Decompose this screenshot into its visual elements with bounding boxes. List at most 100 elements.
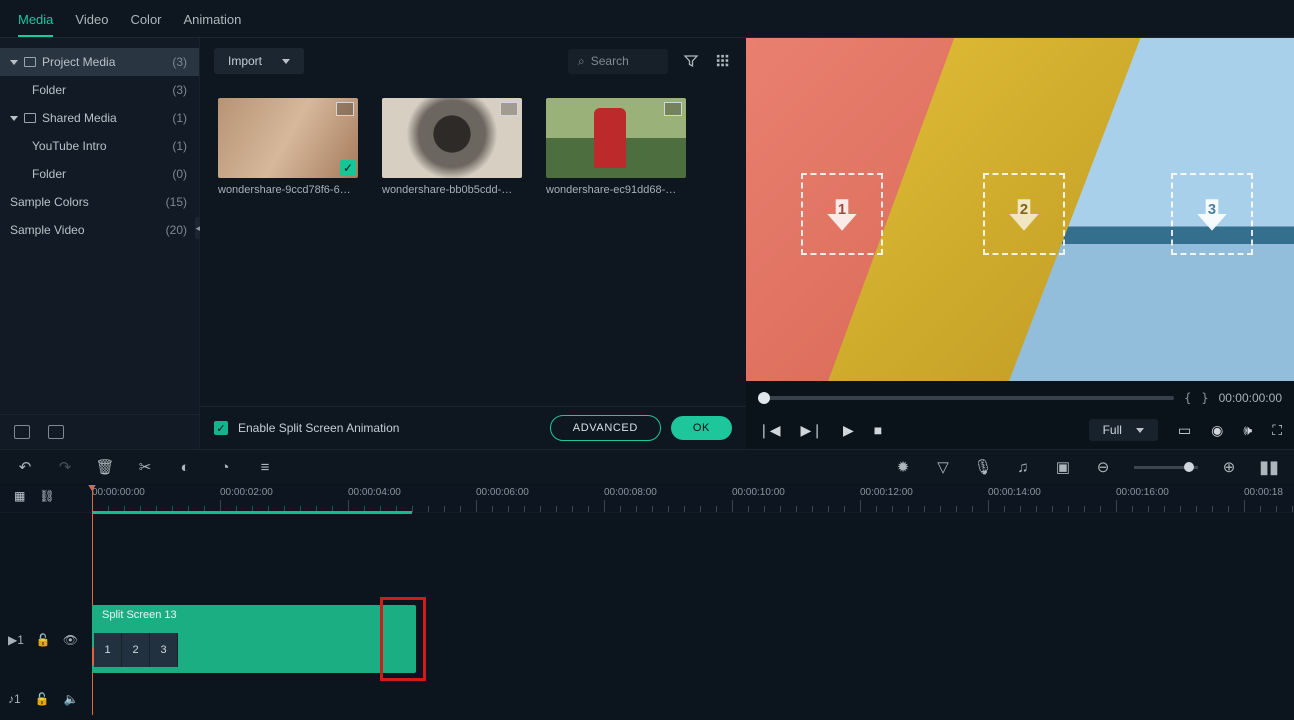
video-track-icon[interactable]: ▶1 [8,633,24,647]
preview-time: 00:00:00:00 [1219,391,1282,405]
tree-count: (15) [166,195,187,209]
import-dropdown[interactable]: Import [214,48,304,74]
zoom-handle[interactable] [1184,462,1194,472]
media-thumb[interactable]: wondershare-bb0b5cdd-… [382,98,522,196]
redo-icon[interactable]: ↷ [56,458,74,476]
play-icon[interactable]: ▶ [843,422,854,439]
tree-sample-video[interactable]: Sample Video (20) [0,216,199,244]
svg-text:2: 2 [1020,202,1028,218]
audio-mix-icon[interactable]: ♫ [1014,458,1032,476]
scrub-bar[interactable] [758,396,1174,400]
ruler-mark: 00:00:12:00 [860,487,913,498]
tree-folder-2[interactable]: Folder (0) [0,160,199,188]
zoom-out-icon[interactable]: ⊖ [1094,458,1112,476]
search-input[interactable]: ⌕ Search [568,49,668,74]
ruler-mark: 00:00:16:00 [1116,487,1169,498]
tree-folder-1[interactable]: Folder (3) [0,76,199,104]
split-slot-2[interactable]: 2 [122,633,150,667]
tab-media[interactable]: Media [18,8,53,37]
fit-icon[interactable]: ▮▮ [1260,458,1278,476]
advanced-button[interactable]: ADVANCED [550,415,661,441]
ruler-mark: 00:00:00:00 [92,487,145,498]
drop-zone-3[interactable]: 3 [1171,173,1253,255]
zoom-slider[interactable] [1134,466,1198,469]
preview-panel: 1 2 3 { } 00:00:00:00 ❘◀ ▶❘ ▶ ■ Full ▭ ◉… [746,38,1294,449]
snapshot-icon[interactable]: ◉ [1211,422,1223,439]
preview-canvas[interactable]: 1 2 3 [746,38,1294,381]
chevron-down-icon [1136,428,1144,433]
clip-type-icon [336,102,354,116]
tree-count: (3) [172,83,187,97]
split-slot-1[interactable]: 1 [94,633,122,667]
tree-youtube-intro[interactable]: YouTube Intro (1) [0,132,199,160]
fullscreen-icon[interactable]: ⛶ [1272,422,1282,439]
folder-icon[interactable] [48,425,64,439]
highlight-annotation [380,597,426,681]
tab-animation[interactable]: Animation [184,8,242,37]
lock-icon[interactable]: 🔓 [35,692,50,706]
zoom-in-icon[interactable]: ⊕ [1220,458,1238,476]
mic-icon[interactable]: 🎙 [974,458,992,476]
filter-icon[interactable] [682,52,700,70]
cut-icon[interactable]: ✂ [136,458,154,476]
svg-text:1: 1 [838,202,846,218]
media-thumb[interactable]: wondershare-ec91dd68-… [546,98,686,196]
ok-button[interactable]: OK [671,416,732,440]
tree-label: Project Media [42,55,115,69]
tree-project-media[interactable]: Project Media (3) [0,48,199,76]
drop-zone-1[interactable]: 1 [801,173,883,255]
audio-track-icon[interactable]: ♪1 [8,692,21,706]
ruler-mark: 00:00:02:00 [220,487,273,498]
tree-sample-colors[interactable]: Sample Colors (15) [0,188,199,216]
marker-icon[interactable]: ▽ [934,458,952,476]
tree-count: (3) [172,55,187,69]
audio-track-head: ♪1 🔓 🔈 [0,683,1294,715]
track-manager-icon[interactable]: ▦ [14,489,25,503]
search-icon: ⌕ [578,54,585,69]
new-folder-icon[interactable] [14,425,30,439]
tree-count: (20) [166,223,187,237]
link-icon[interactable]: ⛓ [39,489,54,503]
tree-shared-media[interactable]: Shared Media (1) [0,104,199,132]
mute-icon[interactable]: 🔈 [64,692,79,706]
volume-icon[interactable]: 🕪 [1243,422,1252,439]
ruler-mark: 00:00:08:00 [604,487,657,498]
prev-frame-icon[interactable]: ❘◀ [758,422,781,439]
undo-icon[interactable]: ↶ [16,458,34,476]
tab-color[interactable]: Color [130,8,161,37]
thumb-label: wondershare-9ccd78f6-6… [218,184,358,196]
render-icon[interactable]: ✹ [894,458,912,476]
split-slot-3[interactable]: 3 [150,633,178,667]
speed-icon[interactable]: ◔ [216,458,234,476]
display-icon[interactable]: ▭ [1178,422,1191,439]
tree-count: (1) [172,139,187,153]
timeline-clip[interactable]: Split Screen 13 1 2 3 [92,605,416,673]
aspect-icon[interactable]: ▣ [1054,458,1072,476]
quality-dropdown[interactable]: Full [1089,419,1158,441]
ruler-mark: 00:00:04:00 [348,487,401,498]
tree-label: Folder [32,83,66,97]
tab-video[interactable]: Video [75,8,108,37]
top-tabs: Media Video Color Animation [0,0,1294,38]
drop-zone-2[interactable]: 2 [983,173,1065,255]
tree-label: Sample Video [10,223,85,237]
media-thumb[interactable]: ✓ wondershare-9ccd78f6-6… [218,98,358,196]
tree-count: (1) [172,111,187,125]
enable-split-checkbox[interactable]: ✓ [214,421,228,435]
folder-icon [24,113,36,123]
step-back-icon[interactable]: ▶❘ [801,422,824,439]
lock-icon[interactable]: 🔓 [36,633,51,647]
time-ruler[interactable]: ▦ ⛓ 00:00:00:00 00:00:02:00 00:00:04:00 00:… [0,485,1294,513]
tree-label: Folder [32,167,66,181]
stop-icon[interactable]: ■ [874,422,882,438]
tree-label: YouTube Intro [32,139,107,153]
mark-out-icon[interactable]: } [1201,391,1208,405]
crop-icon[interactable]: ◐ [176,458,194,476]
scrub-handle[interactable] [758,392,770,404]
grid-view-icon[interactable] [714,52,732,70]
visibility-icon[interactable]: 👁 [63,633,78,647]
mark-in-icon[interactable]: { [1184,391,1191,405]
settings-icon[interactable]: ≡ [256,458,274,476]
ruler-mark: 00:00:18 [1244,487,1283,498]
delete-icon[interactable]: 🗑 [96,458,114,476]
